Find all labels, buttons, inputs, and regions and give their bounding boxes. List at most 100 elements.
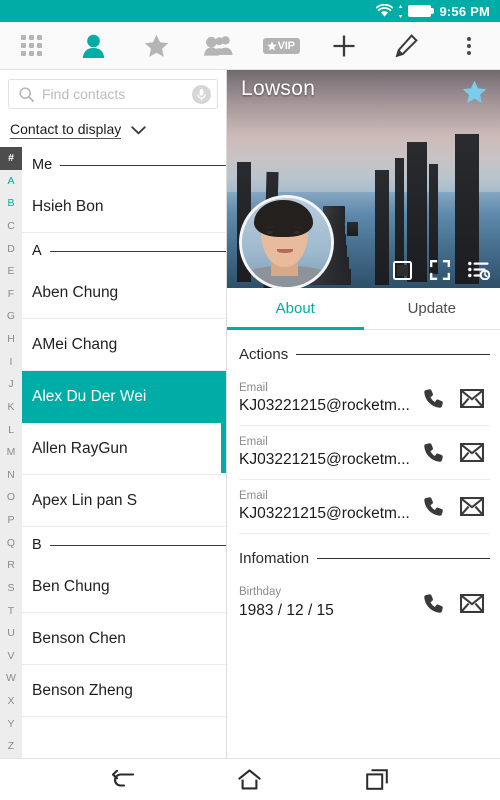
index-letter-e[interactable]: E xyxy=(0,260,22,283)
detail-label: Email xyxy=(239,435,268,448)
microphone-icon[interactable] xyxy=(192,84,211,104)
plus-icon xyxy=(332,34,356,58)
detail-actions xyxy=(423,593,490,614)
detail-actions xyxy=(423,388,490,409)
toolbar-item-add[interactable] xyxy=(313,22,376,69)
contacts-list: Me Hsieh Bon A Aben Chung AMei Chang Alex Du … xyxy=(22,147,226,758)
list-item[interactable]: Hsieh Bon xyxy=(22,181,226,233)
list-item[interactable]: Ben Chung xyxy=(22,561,226,613)
index-letter-i[interactable]: I xyxy=(0,351,22,374)
contacts-list-zone: # A B C D E F G H I J K L M N O P Q R S T U V W X Y Z Me Hsieh Bon A… xyxy=(0,147,226,758)
list-item[interactable]: Benson Chen xyxy=(22,613,226,665)
envelope-icon[interactable] xyxy=(460,497,484,516)
detail-row[interactable]: Email KJ03221215@rocketm... xyxy=(239,480,490,534)
toolbar-item-favorites[interactable] xyxy=(125,22,188,69)
tab-update[interactable]: Update xyxy=(364,288,500,329)
detail-actions xyxy=(423,442,490,463)
index-letter-m[interactable]: M xyxy=(0,441,22,464)
list-item[interactable]: Alex Du Der Wei xyxy=(22,371,226,423)
detail-value: KJ03221215@rocketm... xyxy=(239,397,410,415)
index-letter-h[interactable]: H xyxy=(0,328,22,351)
detail-row[interactable]: Birthday 1983 / 12 / 15 xyxy=(239,576,490,630)
index-letter-t[interactable]: T xyxy=(0,600,22,623)
list-history-icon[interactable] xyxy=(468,261,490,280)
cover-post xyxy=(429,164,438,274)
toolbar-item-groups[interactable] xyxy=(188,22,251,69)
index-letter-b[interactable]: B xyxy=(0,192,22,215)
detail-actions xyxy=(423,496,490,517)
toolbar-item-vip[interactable]: VIP xyxy=(250,22,313,69)
contact-avatar[interactable] xyxy=(239,195,334,288)
list-item[interactable]: AMei Chang xyxy=(22,319,226,371)
index-letter-j[interactable]: J xyxy=(0,373,22,396)
fullscreen-icon[interactable] xyxy=(430,260,450,280)
group-letter: B xyxy=(32,537,42,553)
phone-icon[interactable] xyxy=(423,593,444,614)
home-icon xyxy=(238,769,262,790)
phone-icon[interactable] xyxy=(423,496,444,517)
index-letter-z[interactable]: Z xyxy=(0,735,22,758)
list-group-header: B xyxy=(22,527,226,561)
detail-row[interactable]: Email KJ03221215@rocketm... xyxy=(239,426,490,480)
list-item[interactable]: Benson Zheng xyxy=(22,665,226,717)
detail-row[interactable]: Email KJ03221215@rocketm... xyxy=(239,372,490,426)
index-letter-p[interactable]: P xyxy=(0,509,22,532)
index-letter-l[interactable]: L xyxy=(0,419,22,442)
index-letter-r[interactable]: R xyxy=(0,554,22,577)
index-letter-k[interactable]: K xyxy=(0,396,22,419)
group-divider xyxy=(49,544,226,546)
list-item[interactable]: Allen RayGun xyxy=(22,423,226,475)
index-letter-o[interactable]: O xyxy=(0,486,22,509)
photo-icon[interactable] xyxy=(393,260,412,280)
index-letter-x[interactable]: X xyxy=(0,690,22,713)
nav-back-button[interactable] xyxy=(101,759,145,800)
tab-about[interactable]: About xyxy=(227,288,364,330)
index-letter-d[interactable]: D xyxy=(0,238,22,261)
contact-to-display-dropdown[interactable]: Contact to display xyxy=(0,109,226,147)
index-letter-n[interactable]: N xyxy=(0,464,22,487)
index-letter-s[interactable]: S xyxy=(0,577,22,600)
detail-text: Email KJ03221215@rocketm... xyxy=(239,489,413,525)
status-time: 9:56 PM xyxy=(439,3,490,19)
toolbar-item-groups-grid[interactable] xyxy=(0,22,63,69)
scrollbar-thumb[interactable] xyxy=(221,395,226,473)
section-divider xyxy=(317,557,490,559)
index-letter-c[interactable]: C xyxy=(0,215,22,238)
group-letter: A xyxy=(32,243,42,259)
toolbar-item-more[interactable] xyxy=(438,22,500,69)
index-letter-hash[interactable]: # xyxy=(0,147,22,170)
group-divider xyxy=(49,250,226,252)
index-letter-y[interactable]: Y xyxy=(0,713,22,736)
phone-icon[interactable] xyxy=(423,442,444,463)
list-item[interactable]: Aben Chung xyxy=(22,267,226,319)
index-letter-a[interactable]: A xyxy=(0,170,22,193)
index-letter-q[interactable]: Q xyxy=(0,532,22,555)
app-screen: 9:56 PM VIP Find contacts Contact to dis… xyxy=(0,0,500,800)
vip-badge-icon: VIP xyxy=(262,37,300,54)
toolbar-item-contacts[interactable] xyxy=(63,22,126,69)
detail-label: Birthday xyxy=(239,586,282,599)
envelope-icon[interactable] xyxy=(460,593,484,613)
index-letter-u[interactable]: U xyxy=(0,622,22,645)
index-letter-w[interactable]: W xyxy=(0,667,22,690)
phone-icon[interactable] xyxy=(423,388,444,409)
index-letter-g[interactable]: G xyxy=(0,305,22,328)
envelope-icon[interactable] xyxy=(460,443,484,462)
index-letter-v[interactable]: V xyxy=(0,645,22,668)
alphabet-index[interactable]: # A B C D E F G H I J K L M N O P Q R S T U V W X Y Z xyxy=(0,147,22,758)
top-toolbar: VIP xyxy=(0,22,500,70)
section-divider xyxy=(296,353,490,355)
cover-post xyxy=(347,222,358,236)
toolbar-item-edit[interactable] xyxy=(375,22,438,69)
favorite-star-icon[interactable] xyxy=(462,80,487,104)
envelope-icon[interactable] xyxy=(460,389,484,408)
list-item[interactable]: Apex Lin pan S xyxy=(22,475,226,527)
nav-recents-button[interactable] xyxy=(355,759,399,800)
search-placeholder: Find contacts xyxy=(42,86,126,102)
search-input[interactable]: Find contacts xyxy=(8,79,218,109)
index-letter-f[interactable]: F xyxy=(0,283,22,306)
cover-photo[interactable]: Lowson xyxy=(227,70,500,288)
nav-home-button[interactable] xyxy=(228,759,272,800)
detail-tabs: About Update xyxy=(227,288,500,330)
list-group-header: A xyxy=(22,233,226,267)
